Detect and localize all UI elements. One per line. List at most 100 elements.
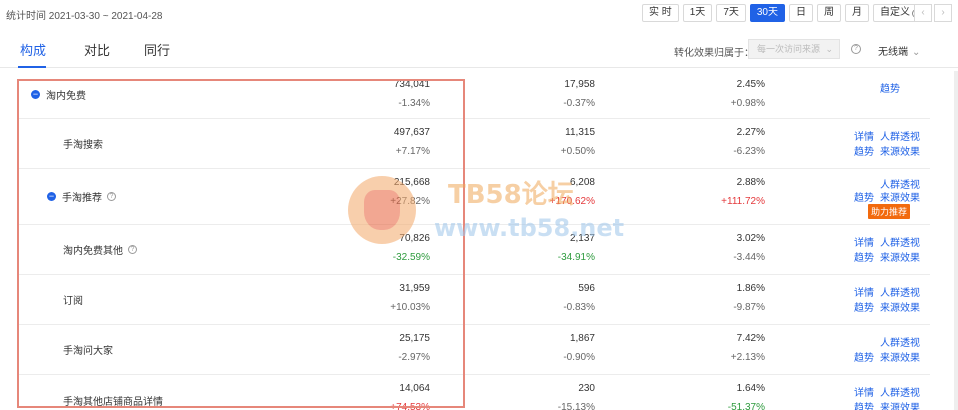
range-button-group: 实 时 1天 7天 30天 日 周 月 自定义? [641, 4, 928, 22]
metric-value: 2.88% [736, 177, 765, 188]
source-effect-link[interactable]: 来源效果 [880, 249, 920, 264]
row-label: 淘内免费其他 [63, 246, 123, 257]
trend-link[interactable]: 趋势 [880, 80, 900, 95]
row-label: 手淘其他店铺商品详情 [63, 396, 163, 408]
metric-value: 2.27% [736, 127, 765, 138]
crowd-link[interactable]: 人群透视 [880, 128, 920, 143]
metric-value: 497,637 [393, 127, 430, 138]
question-icon[interactable]: ? [128, 245, 137, 254]
detail-link[interactable]: 详情 [854, 128, 874, 143]
metric-value: 11,315 [565, 127, 595, 138]
metric-change: -34.91% [557, 252, 595, 263]
tab-compare[interactable]: 对比 [84, 40, 110, 59]
metric-change: -0.83% [563, 302, 595, 313]
metric-change: -2.97% [398, 352, 430, 363]
range-day-button[interactable]: 日 [789, 4, 813, 22]
detail-link[interactable]: 详情 [854, 384, 874, 399]
trend-link[interactable]: 趋势 [854, 249, 874, 264]
detail-link[interactable]: 详情 [854, 234, 874, 249]
source-effect-link[interactable]: 来源效果 [880, 299, 920, 314]
collapse-icon[interactable]: − [47, 192, 56, 201]
prev-date-button[interactable]: ‹ [914, 4, 932, 22]
metric-value: 2.45% [736, 79, 765, 90]
device-select[interactable]: 无线端 ⌄ [878, 43, 920, 58]
tabs-bar: 构成 对比 同行 转化效果归属于： 每一次访问来源 ⌄ ? 无线端 ⌄ [0, 30, 958, 68]
metric-change: +7.17% [395, 146, 430, 157]
attribution-select-value: 每一次访问来源 [757, 44, 821, 54]
range-30day-button[interactable]: 30天 [749, 4, 785, 22]
chevron-right-icon: › [941, 7, 945, 18]
range-week-button[interactable]: 周 [817, 4, 841, 22]
range-custom-label: 自定义 [880, 7, 910, 18]
top-bar: 统计时间 2021-03-30 ~ 2021-04-28 实 时 1天 7天 3… [0, 0, 958, 27]
collapse-icon[interactable]: − [31, 90, 40, 99]
next-date-button[interactable]: › [934, 4, 952, 22]
device-select-value: 无线端 [878, 47, 908, 58]
crowd-link[interactable]: 人群透视 [880, 234, 920, 249]
metric-change: -6.23% [733, 146, 765, 157]
metric-value: 25,175 [399, 333, 430, 344]
question-icon[interactable]: ? [107, 192, 116, 201]
metric-change: +74.53% [390, 402, 430, 410]
row-label: 手淘搜索 [63, 140, 103, 151]
tab-composition[interactable]: 构成 [20, 40, 46, 59]
row-label: 手淘推荐 [62, 193, 102, 204]
metric-value: 6,208 [569, 177, 595, 188]
metric-change: -32.59% [392, 252, 430, 263]
trend-link[interactable]: 趋势 [854, 399, 874, 410]
row-name: − 淘内免费 [31, 71, 86, 118]
crowd-link[interactable]: 人群透视 [880, 334, 920, 349]
crowd-link[interactable]: 人群透视 [880, 284, 920, 299]
row-label: 订阅 [63, 296, 83, 307]
detail-link[interactable]: 详情 [854, 284, 874, 299]
row-name: 淘内免费其他 ? [63, 225, 137, 274]
metric-change: -0.37% [563, 98, 595, 109]
crowd-link[interactable]: 人群透视 [880, 384, 920, 399]
help-icon[interactable]: ? [851, 44, 861, 54]
source-effect-link[interactable]: 来源效果 [880, 189, 920, 204]
row-name: 手淘其他店铺商品详情 [63, 375, 163, 410]
metric-value: 2,137 [569, 233, 595, 244]
metric-change: +111.72% [721, 196, 765, 207]
metric-change: +0.50% [560, 146, 595, 157]
metric-value: 215,668 [393, 177, 430, 188]
metric-value: 14,064 [399, 383, 430, 394]
range-realtime-button[interactable]: 实 时 [641, 4, 679, 22]
tab-peer[interactable]: 同行 [144, 40, 170, 59]
range-month-button[interactable]: 月 [845, 4, 869, 22]
trend-link[interactable]: 趋势 [854, 299, 874, 314]
trend-link[interactable]: 趋势 [854, 143, 874, 158]
metric-change: -3.44% [733, 252, 765, 263]
chevron-down-icon: ⌄ [912, 47, 921, 58]
metric-value: 596 [578, 283, 595, 294]
source-table: − 淘内免费 734,041 -1.34% 17,958 -0.37% 2.45% +… [17, 71, 930, 410]
table-row: 手淘问大家 25,175 -2.97% 1,867 -0.90% 7.42% +2.1… [17, 325, 930, 375]
source-effect-link[interactable]: 来源效果 [880, 349, 920, 364]
boost-recommend-badge[interactable]: 助力推荐 [868, 204, 911, 219]
scrollbar[interactable] [954, 71, 958, 410]
metric-value: 3.02% [736, 233, 765, 244]
date-nav: ‹ › [914, 4, 952, 22]
trend-link[interactable]: 趋势 [854, 189, 874, 204]
table-row: 手淘其他店铺商品详情 14,064 +74.53% 230 -15.13% 1.64… [17, 375, 930, 410]
attribution-select[interactable]: 每一次访问来源 ⌄ [748, 39, 840, 59]
metric-change: -1.34% [398, 98, 430, 109]
table-row: 订阅 31,959 +10.03% 596 -0.83% 1.86% -9.87% 详… [17, 275, 930, 325]
metric-change: +10.03% [390, 302, 430, 313]
chevron-down-icon: ⌄ [825, 44, 833, 54]
metric-change: +2.13% [730, 352, 765, 363]
source-effect-link[interactable]: 来源效果 [880, 143, 920, 158]
row-name: − 手淘推荐 ? [47, 169, 116, 224]
range-7day-button[interactable]: 7天 [716, 4, 746, 22]
metric-value: 1.86% [736, 283, 765, 294]
metric-change: -51.37% [727, 402, 765, 410]
range-1day-button[interactable]: 1天 [682, 4, 713, 22]
trend-link[interactable]: 趋势 [854, 349, 874, 364]
row-label: 手淘问大家 [63, 346, 113, 357]
metric-change: -15.13% [557, 402, 595, 410]
metric-value: 1,867 [569, 333, 595, 344]
source-effect-link[interactable]: 来源效果 [880, 399, 920, 410]
row-name: 手淘搜索 [63, 119, 103, 168]
table-row: 手淘搜索 497,637 +7.17% 11,315 +0.50% 2.27% -6.… [17, 119, 930, 169]
metric-change: +27.82% [390, 196, 430, 207]
